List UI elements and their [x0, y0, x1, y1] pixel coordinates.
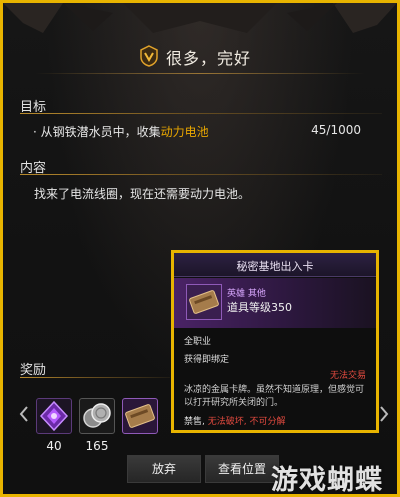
purple-crystal-icon [39, 400, 69, 432]
tooltip-item-level: 道具等级350 [227, 301, 292, 314]
tooltip-restriction-prefix: 禁售, [184, 417, 208, 427]
tooltip-grade: 英雄 其他 [227, 289, 266, 299]
tooltip-restriction-suffix: 无法破坏, 不可分解 [207, 417, 286, 427]
objective-text: · 从钢铁潜水员中，收集动力电池 [33, 123, 209, 140]
content-divider [20, 174, 382, 175]
quest-window: 很多，完好 目标 · 从钢铁潜水员中，收集动力电池 45/1000 内容 找来了… [0, 0, 400, 497]
reward-slot-card[interactable] [122, 398, 158, 434]
quest-header: 很多，完好 [3, 39, 397, 75]
item-tooltip: 秘密基地出入卡 英雄 其他 道具等级350 全职业 获得即绑定 无法交易 冰凉的… [171, 250, 379, 433]
reward-slot-crystal[interactable] [36, 398, 72, 434]
access-card-icon [187, 285, 221, 319]
access-card-icon [125, 404, 155, 428]
view-location-button[interactable]: 查看位置 [205, 455, 279, 483]
header-divider [35, 73, 365, 74]
reward-label: 奖励 [20, 363, 47, 378]
tooltip-restriction: 禁售, 无法破坏, 不可分解 [184, 414, 285, 427]
tooltip-bind: 获得即绑定 [184, 355, 230, 365]
quest-emblem-icon [140, 45, 158, 67]
reward-divider [20, 377, 170, 378]
reward-count-crystal: 40 [46, 439, 62, 453]
reward-slot-coins[interactable] [79, 398, 115, 434]
reward-next-arrow-icon[interactable] [379, 406, 389, 422]
quest-title: 很多，完好 [166, 49, 252, 68]
reward-count-coins: 165 [85, 439, 109, 453]
objective-progress: 45/1000 [311, 123, 361, 137]
content-text: 找来了电流线圈，现在还需要动力电池。 [34, 187, 251, 201]
tooltip-item-slot [186, 284, 222, 320]
tooltip-trade: 无法交易 [329, 371, 366, 381]
silver-coins-icon [83, 403, 111, 428]
objective-divider [20, 113, 382, 114]
abandon-button[interactable]: 放弃 [127, 455, 201, 483]
tooltip-header: 秘密基地出入卡 [174, 253, 376, 277]
watermark: 游戏蝴蝶 [271, 465, 383, 496]
objective-prefix: · 从钢铁潜水员中，收集 [33, 125, 161, 139]
tooltip-description: 冰凉的金属卡牌。虽然不知道原理，但感觉可以打开研究所关闭的门。 [184, 385, 365, 408]
objective-item: 动力电池 [160, 125, 209, 139]
tooltip-title: 秘密基地出入卡 [236, 260, 314, 273]
tooltip-class: 全职业 [184, 337, 212, 347]
reward-prev-arrow-icon[interactable] [19, 406, 29, 422]
